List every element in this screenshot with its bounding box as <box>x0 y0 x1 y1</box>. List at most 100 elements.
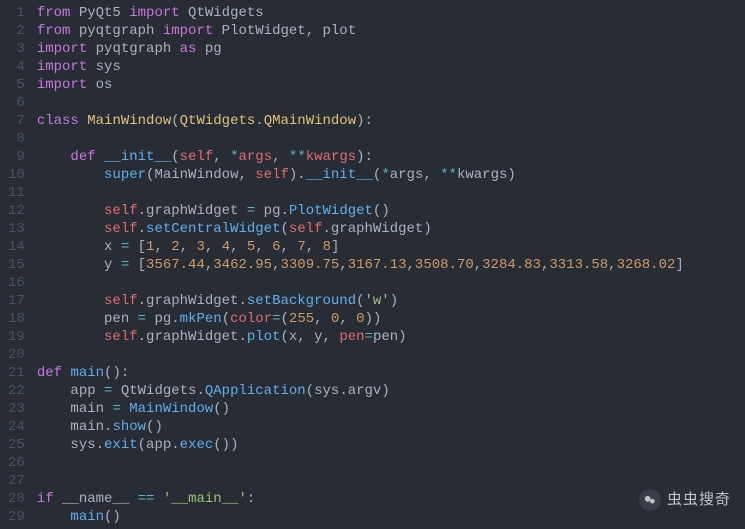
code-line[interactable] <box>37 472 745 490</box>
token-fn: __init__ <box>306 167 373 183</box>
line-number: 8 <box>8 130 25 148</box>
token-punct: ) <box>398 329 406 345</box>
code-line[interactable] <box>37 274 745 292</box>
token-kw: from <box>37 5 71 21</box>
code-line[interactable]: sys.exit(app.exec()) <box>37 436 745 454</box>
token-punct: ( <box>171 113 179 129</box>
token-punct: () <box>213 401 230 417</box>
token-id: pg <box>146 311 171 327</box>
code-line[interactable]: main.show() <box>37 418 745 436</box>
line-number: 18 <box>8 310 25 328</box>
token-id: sys <box>37 437 96 453</box>
code-line[interactable] <box>37 130 745 148</box>
token-kw: as <box>180 41 197 57</box>
token-punct: , <box>423 167 440 183</box>
code-line[interactable]: import os <box>37 76 745 94</box>
code-line[interactable]: def __init__(self, *args, **kwargs): <box>37 148 745 166</box>
token-id <box>79 113 87 129</box>
token-id: pg <box>255 203 280 219</box>
token-punct: , <box>213 149 230 165</box>
code-line[interactable]: y = [3567.44,3462.95,3309.75,3167.13,350… <box>37 256 745 274</box>
token-id: graphWidget <box>146 293 238 309</box>
code-line[interactable]: self.graphWidget = pg.PlotWidget() <box>37 202 745 220</box>
token-punct: , <box>154 239 171 255</box>
token-self: self <box>104 293 138 309</box>
token-punct: , <box>323 329 340 345</box>
token-punct: [ <box>129 239 146 255</box>
token-self: self <box>255 167 289 183</box>
code-line[interactable]: from pyqtgraph import PlotWidget, plot <box>37 22 745 40</box>
token-id: plot <box>323 23 357 39</box>
code-area[interactable]: from PyQt5 import QtWidgetsfrom pyqtgrap… <box>37 0 745 529</box>
token-id: MainWindow <box>154 167 238 183</box>
token-kw: def <box>37 365 62 381</box>
token-punct: . <box>138 221 146 237</box>
token-fn: MainWindow <box>129 401 213 417</box>
code-line[interactable]: class MainWindow(QtWidgets.QMainWindow): <box>37 112 745 130</box>
code-line[interactable]: app = QtWidgets.QApplication(sys.argv) <box>37 382 745 400</box>
token-cls2: QtWidgets <box>180 113 256 129</box>
token-punct: () <box>146 419 163 435</box>
token-punct: ( <box>171 149 179 165</box>
code-line[interactable]: import pyqtgraph as pg <box>37 40 745 58</box>
line-number: 23 <box>8 400 25 418</box>
token-punct: )) <box>365 311 382 327</box>
token-op: * <box>381 167 389 183</box>
line-number: 27 <box>8 472 25 490</box>
code-line[interactable]: def main(): <box>37 364 745 382</box>
code-line[interactable]: pen = pg.mkPen(color=(255, 0, 0)) <box>37 310 745 328</box>
token-id: sys <box>314 383 339 399</box>
token-num: 3508.70 <box>415 257 474 273</box>
token-punct: , <box>255 239 272 255</box>
token-punct: (): <box>104 365 129 381</box>
token-id: pg <box>196 41 221 57</box>
line-number: 2 <box>8 22 25 40</box>
token-id: app <box>37 383 104 399</box>
token-punct: . <box>138 329 146 345</box>
code-line[interactable]: main() <box>37 508 745 526</box>
token-num: 3313.58 <box>549 257 608 273</box>
code-line[interactable] <box>37 184 745 202</box>
token-punct: , <box>474 257 482 273</box>
token-fnname: __init__ <box>104 149 171 165</box>
code-line[interactable] <box>37 94 745 112</box>
line-number: 11 <box>8 184 25 202</box>
token-id: graphWidget <box>146 329 238 345</box>
code-line[interactable] <box>37 454 745 472</box>
token-punct: ): <box>356 113 373 129</box>
code-line[interactable]: x = [1, 2, 3, 4, 5, 6, 7, 8] <box>37 238 745 256</box>
token-param: kwargs <box>306 149 356 165</box>
token-punct: ) <box>423 221 431 237</box>
token-op: == <box>138 491 155 507</box>
token-id: graphWidget <box>146 203 247 219</box>
token-id: pen <box>373 329 398 345</box>
token-id: main <box>37 401 113 417</box>
line-number: 10 <box>8 166 25 184</box>
code-line[interactable]: self.setCentralWidget(self.graphWidget) <box>37 220 745 238</box>
token-punct: ( <box>138 437 146 453</box>
token-kw: import <box>37 59 87 75</box>
code-line[interactable]: self.graphWidget.plot(x, y, pen=pen) <box>37 328 745 346</box>
line-number: 16 <box>8 274 25 292</box>
code-editor[interactable]: 1234567891011121314151617181920212223242… <box>0 0 745 529</box>
code-line[interactable] <box>37 346 745 364</box>
line-number: 17 <box>8 292 25 310</box>
code-line[interactable]: super(MainWindow, self).__init__(*args, … <box>37 166 745 184</box>
code-line[interactable]: main = MainWindow() <box>37 400 745 418</box>
token-num: 3167.13 <box>348 257 407 273</box>
token-op: = <box>121 257 129 273</box>
token-punct: . <box>238 329 246 345</box>
code-line[interactable]: if __name__ == '__main__': <box>37 490 745 508</box>
token-num: 3268.02 <box>617 257 676 273</box>
line-number: 14 <box>8 238 25 256</box>
token-id: pen <box>37 311 138 327</box>
code-line[interactable]: import sys <box>37 58 745 76</box>
token-id <box>37 509 71 525</box>
token-punct: , <box>205 257 213 273</box>
token-fn: exec <box>180 437 214 453</box>
token-num: 3284.83 <box>482 257 541 273</box>
token-num: 8 <box>323 239 331 255</box>
code-line[interactable]: self.graphWidget.setBackground('w') <box>37 292 745 310</box>
token-id <box>121 401 129 417</box>
code-line[interactable]: from PyQt5 import QtWidgets <box>37 4 745 22</box>
